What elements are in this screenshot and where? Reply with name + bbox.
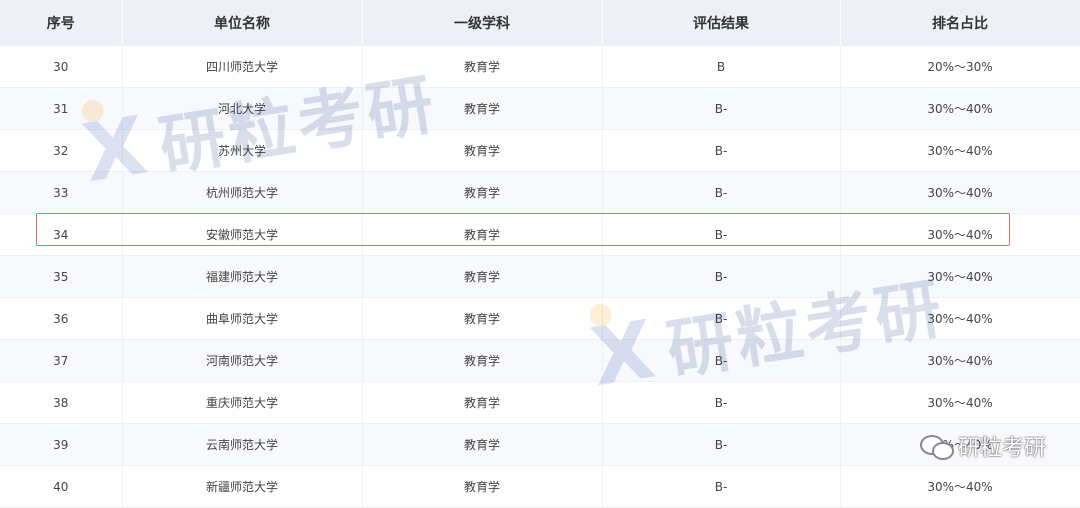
cell-ratio: 30%～40% xyxy=(840,171,1080,214)
cell-no: 39 xyxy=(0,423,123,466)
table-row[interactable]: 37 河南师范大学 教育学 B- 30%～40% xyxy=(0,339,1080,382)
cell-no: 32 xyxy=(0,129,123,172)
cell-name: 苏州大学 xyxy=(122,129,363,172)
cell-subject: 教育学 xyxy=(362,129,603,172)
table-row[interactable]: 36 曲阜师范大学 教育学 B- 30%～40% xyxy=(0,297,1080,340)
cell-name: 重庆师范大学 xyxy=(122,381,363,424)
cell-subject: 教育学 xyxy=(362,339,603,382)
cell-ratio: 30%～40% xyxy=(840,87,1080,130)
header-subject[interactable]: 一级学科 xyxy=(362,0,603,46)
cell-subject: 教育学 xyxy=(362,465,603,508)
cell-name: 河北大学 xyxy=(122,87,363,130)
header-result[interactable]: 评估结果 xyxy=(602,0,841,46)
cell-no: 36 xyxy=(0,297,123,340)
cell-ratio: 30%～40% xyxy=(840,129,1080,172)
cell-no: 35 xyxy=(0,255,123,298)
cell-ratio: 20%～30% xyxy=(840,46,1080,88)
cell-result: B- xyxy=(602,297,841,340)
table-row[interactable]: 38 重庆师范大学 教育学 B- 30%～40% xyxy=(0,381,1080,424)
cell-ratio: 30%～40% xyxy=(840,297,1080,340)
cell-name: 福建师范大学 xyxy=(122,255,363,298)
cell-subject: 教育学 xyxy=(362,46,603,88)
table-row[interactable]: 32 苏州大学 教育学 B- 30%～40% xyxy=(0,129,1080,172)
cell-name: 曲阜师范大学 xyxy=(122,297,363,340)
cell-no: 37 xyxy=(0,339,123,382)
table-row[interactable]: 33 杭州师范大学 教育学 B- 30%～40% xyxy=(0,171,1080,214)
cell-result: B- xyxy=(602,87,841,130)
table-row[interactable]: 34 安徽师范大学 教育学 B- 30%～40% xyxy=(0,213,1080,256)
cell-result: B- xyxy=(602,423,841,466)
cell-no: 30 xyxy=(0,46,123,88)
table-row[interactable]: 30 四川师范大学 教育学 B 20%～30% xyxy=(0,46,1080,88)
cell-result: B- xyxy=(602,339,841,382)
wechat-badge: 研粒考研 xyxy=(919,430,1046,462)
cell-result: B- xyxy=(602,381,841,424)
cell-subject: 教育学 xyxy=(362,171,603,214)
cell-no: 40 xyxy=(0,465,123,508)
cell-result: B- xyxy=(602,255,841,298)
cell-result: B xyxy=(602,46,841,88)
cell-result: B- xyxy=(602,129,841,172)
cell-name: 安徽师范大学 xyxy=(122,213,363,256)
cell-subject: 教育学 xyxy=(362,381,603,424)
cell-no: 34 xyxy=(0,213,123,256)
table-header-row: 序号 单位名称 一级学科 评估结果 排名占比 xyxy=(0,0,1080,46)
wechat-account-name: 研粒考研 xyxy=(957,436,1046,461)
wechat-icon xyxy=(919,433,954,460)
cell-ratio: 30%～40% xyxy=(840,465,1080,508)
cell-ratio: 30%～40% xyxy=(840,255,1080,298)
cell-subject: 教育学 xyxy=(362,87,603,130)
cell-subject: 教育学 xyxy=(362,213,603,256)
cell-no: 33 xyxy=(0,171,123,214)
cell-ratio: 30%～40% xyxy=(840,381,1080,424)
header-name[interactable]: 单位名称 xyxy=(122,0,363,46)
table-row[interactable]: 39 云南师范大学 教育学 B- 30%～40% xyxy=(0,423,1080,466)
cell-ratio: 30%～40% xyxy=(840,213,1080,256)
cell-subject: 教育学 xyxy=(362,297,603,340)
header-ratio[interactable]: 排名占比 xyxy=(840,0,1080,46)
header-no[interactable]: 序号 xyxy=(0,0,123,46)
table-row[interactable]: 31 河北大学 教育学 B- 30%～40% xyxy=(0,87,1080,130)
ranking-table: 序号 单位名称 一级学科 评估结果 排名占比 30 四川师范大学 教育学 B 20%～3… xyxy=(0,0,1080,508)
cell-name: 四川师范大学 xyxy=(122,46,363,88)
cell-subject: 教育学 xyxy=(362,423,603,466)
cell-name: 河南师范大学 xyxy=(122,339,363,382)
cell-result: B- xyxy=(602,465,841,508)
cell-no: 38 xyxy=(0,381,123,424)
cell-subject: 教育学 xyxy=(362,255,603,298)
cell-result: B- xyxy=(602,213,841,256)
cell-no: 31 xyxy=(0,87,123,130)
cell-name: 云南师范大学 xyxy=(122,423,363,466)
cell-name: 新疆师范大学 xyxy=(122,465,363,508)
table-row[interactable]: 35 福建师范大学 教育学 B- 30%～40% xyxy=(0,255,1080,298)
cell-ratio: 30%～40% xyxy=(840,339,1080,382)
cell-result: B- xyxy=(602,171,841,214)
table-row[interactable]: 40 新疆师范大学 教育学 B- 30%～40% xyxy=(0,465,1080,508)
cell-name: 杭州师范大学 xyxy=(122,171,363,214)
